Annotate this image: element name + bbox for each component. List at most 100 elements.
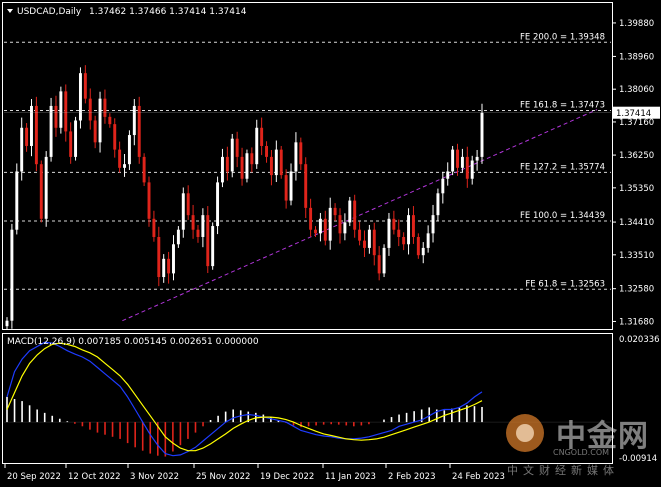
candle-body [343, 222, 347, 234]
candle-body [132, 105, 136, 136]
candle-body [446, 171, 450, 179]
candle-body [142, 156, 146, 183]
price-tick-label: 1.37160 [619, 118, 654, 128]
candle-body [426, 233, 430, 248]
candle-body [225, 156, 229, 172]
candle-body [230, 138, 234, 172]
candle-body [88, 98, 92, 121]
candle-body [323, 218, 327, 241]
candle-body [220, 156, 224, 183]
candle-body [314, 229, 317, 234]
macd-label: MACD(12,26,9) 0.007185 0.005145 0.002651… [7, 337, 259, 347]
ohlc-readout: 1.37462 1.37466 1.37414 1.37414 [89, 7, 247, 17]
date-tick-label: 2 Feb 2023 [388, 472, 436, 482]
price-tick-label: 1.38960 [619, 52, 654, 62]
candle-body [436, 193, 440, 216]
candle-body [470, 160, 474, 179]
price-tick-label: 1.34410 [619, 218, 654, 228]
candle-body [240, 156, 244, 179]
candle-body [451, 149, 455, 172]
candle-body [284, 175, 288, 201]
fib-level-label: FE 61.8 = 1.32563 [525, 279, 605, 289]
chart-title: USDCAD,Daily [17, 7, 82, 17]
date-tick-label: 25 Nov 2022 [196, 472, 250, 482]
candle-body [108, 116, 112, 125]
signal-line [6, 342, 483, 452]
candle-body [15, 171, 19, 230]
candle-body [265, 145, 269, 157]
candle-body [167, 258, 171, 274]
candle-body [328, 207, 332, 241]
candle-body [309, 207, 313, 230]
candle-body [147, 182, 151, 219]
date-axis: 20 Sep 2022 12 Oct 2022 3 Nov 2022 25 Nov 2… [4, 464, 505, 482]
candle-body [392, 218, 396, 230]
candle-body [83, 73, 87, 99]
candle-body [44, 156, 48, 219]
price-tick-label: 1.36250 [619, 151, 654, 161]
fib-level-label: FE 200.0 = 1.39348 [520, 32, 605, 42]
candle-body [367, 229, 371, 248]
candle-body [348, 200, 352, 223]
candle-body [118, 149, 122, 168]
candle-body [353, 200, 357, 230]
candle-body [69, 131, 73, 157]
candle-body [10, 229, 14, 321]
candle-body [176, 229, 180, 245]
candle-body [235, 138, 239, 157]
candle-body [460, 156, 464, 168]
candle-body [64, 91, 68, 132]
date-tick-label: 24 Feb 2023 [452, 472, 505, 482]
candle-body [137, 105, 141, 157]
candle-body [441, 178, 445, 194]
candle-body [172, 244, 175, 274]
watermark-logo-icon [506, 414, 544, 452]
candle-body [480, 112, 484, 157]
candle-body [387, 218, 391, 248]
candle-body [39, 164, 43, 219]
candle-body [74, 120, 78, 157]
candle-body [157, 236, 161, 278]
candle-body [196, 229, 200, 237]
candle-body [5, 320, 9, 327]
macd-tick-label: -0.00914 [619, 454, 657, 464]
fibonacci-levels: FE 200.0 = 1.39348 FE 161.8 = 1.37473 FE 1… [4, 32, 611, 290]
candle-body [338, 215, 342, 234]
candle-body [377, 255, 381, 274]
candle-body [98, 98, 102, 143]
candle-body [382, 247, 386, 274]
candle-body [250, 153, 254, 165]
collapse-triangle-icon[interactable] [7, 9, 13, 13]
candle-body [456, 149, 459, 168]
candle-body [269, 156, 273, 176]
candle-body [59, 91, 63, 128]
price-tick-label: 1.39880 [619, 19, 654, 29]
candle-body [363, 240, 366, 248]
candle-body [93, 120, 97, 143]
price-tick-label: 1.32580 [619, 285, 654, 295]
candle-body [103, 98, 107, 117]
fib-level-label: FE 100.0 = 1.34439 [520, 211, 605, 221]
candle-body [397, 229, 401, 237]
candle-body [274, 149, 278, 176]
candle-body [20, 127, 24, 172]
fib-level-label: FE 161.8 = 1.37473 [520, 101, 605, 111]
candle-body [299, 142, 303, 165]
candle-body [294, 142, 298, 172]
price-tick-label: 1.31680 [619, 317, 654, 327]
fib-level-label: FE 127.2 = 1.35774 [520, 162, 605, 172]
candle-body [318, 218, 322, 234]
candlesticks [5, 65, 484, 330]
candle-body [279, 149, 283, 176]
watermark-slogan: 中文财经新媒体 [507, 464, 619, 477]
candle-body [407, 215, 411, 245]
candle-body [34, 105, 38, 165]
candle-body [54, 105, 58, 128]
candle-body [49, 105, 53, 157]
candle-body [206, 215, 210, 267]
candle-body [191, 215, 195, 230]
candle-body [25, 127, 29, 146]
price-tick-label: 1.33510 [619, 251, 654, 261]
candle-body [411, 215, 415, 237]
candle-body [465, 156, 469, 179]
